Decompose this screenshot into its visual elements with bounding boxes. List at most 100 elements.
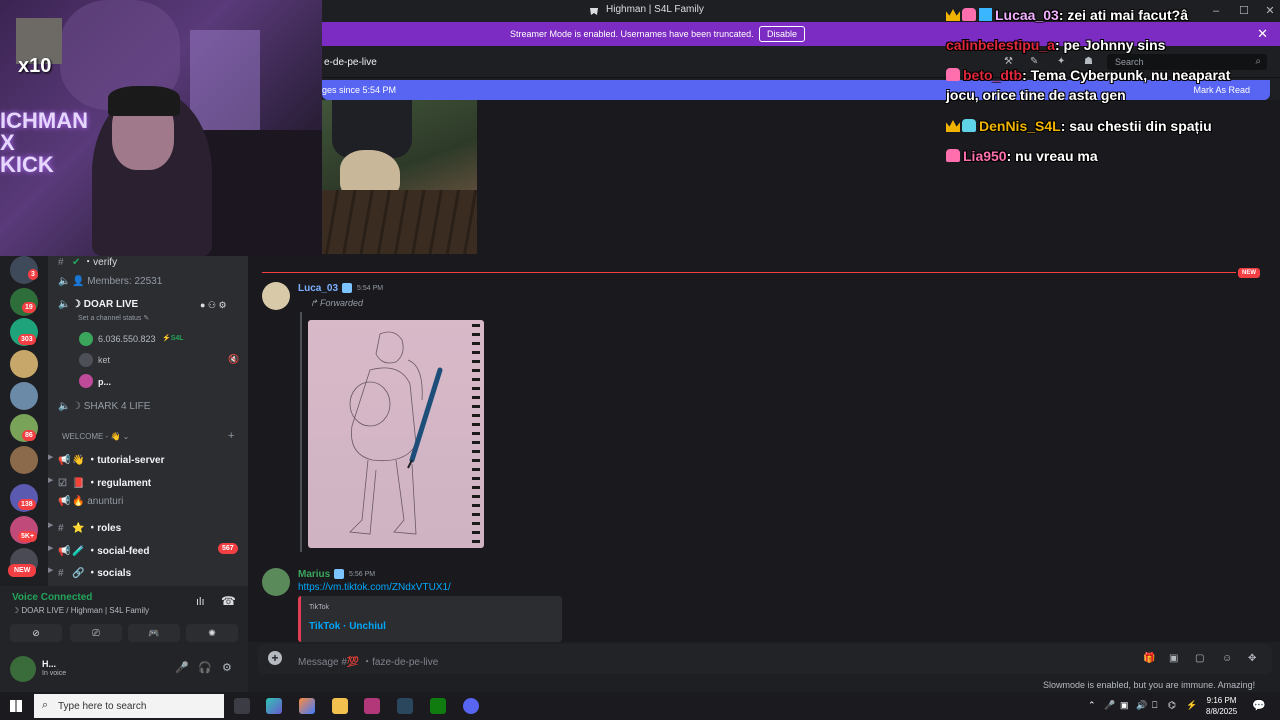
channel-roles[interactable]: # ⭐ ・roles [58, 519, 121, 535]
windows-start-icon[interactable] [10, 700, 22, 712]
share-screen-button[interactable]: ⎚ [70, 624, 122, 642]
gift-icon[interactable]: 🎁 [1143, 653, 1155, 665]
announcement-icon: 📢 [58, 455, 71, 466]
crown-icon [946, 9, 960, 21]
mark-as-read-button[interactable]: Mark As Read [1193, 85, 1250, 95]
microphone-icon[interactable]: 🎤 [175, 661, 189, 674]
voice-user-name[interactable]: ket [98, 355, 110, 365]
overlay-message: nu vreau ma [1015, 148, 1098, 164]
close-window-button[interactable]: ✕ [1262, 3, 1278, 19]
new-divider-pill: NEW [1238, 268, 1260, 278]
headphones-icon[interactable]: 🎧 [198, 661, 212, 674]
chevron-right-icon[interactable]: ▶ [48, 476, 53, 484]
overlay-message: zei ati mai facut?â [1067, 7, 1188, 23]
sticker-icon[interactable]: ▢ [1195, 653, 1207, 665]
chevron-right-icon[interactable]: ▶ [48, 566, 53, 574]
channel-social-feed[interactable]: 📢 🧪 ・social-feed [58, 542, 149, 558]
taskbar: ⌕ Type here to search ⌃ 🎤 ▣ 🔊 ⎕ ⌬ ⚡ 9:16… [0, 692, 1280, 720]
voice-user-name[interactable]: 6.036.550.823 [98, 334, 156, 344]
avatar[interactable] [262, 282, 290, 310]
noise-suppression-icon[interactable]: ılı [196, 596, 205, 608]
overlay-message: pe Johnny sins [1063, 37, 1166, 53]
taskbar-clock[interactable]: 9:16 PM 8/8/2025 [1206, 695, 1237, 717]
announcement-icon: 📢 [58, 546, 71, 557]
avatar[interactable] [79, 353, 93, 367]
screen: Highman | S4L Family – ☐ ✕ Streamer Mode… [0, 0, 1280, 720]
chevron-right-icon[interactable]: ▶ [48, 521, 53, 529]
emoji-icon[interactable]: ☺ [1222, 653, 1234, 665]
set-channel-status[interactable]: Set a channel status ✎ [78, 314, 149, 330]
avatar[interactable] [10, 656, 36, 682]
gif-icon[interactable]: ▣ [1169, 653, 1181, 665]
network-icon[interactable]: ⌬ [1168, 700, 1176, 711]
activities-button[interactable]: 🎮 [128, 624, 180, 642]
disable-streamer-mode-button[interactable]: Disable [759, 26, 806, 42]
avatar[interactable] [79, 374, 93, 388]
app-icon[interactable] [364, 698, 380, 714]
xbox-icon[interactable] [430, 698, 446, 714]
webcam-overlay: x10 ICHMAN X KICK [0, 0, 322, 256]
server-icon[interactable] [10, 382, 38, 410]
overlay-chat-line: Lia950: nu vreau ma [946, 148, 1098, 164]
server-icon[interactable] [10, 446, 38, 474]
avatar[interactable] [79, 332, 93, 346]
voice-channel-doar-live[interactable]: 🔈 ☽ DOAR LIVE [58, 299, 138, 315]
display-icon[interactable]: ⎕ [1152, 700, 1157, 711]
taskbar-search-input[interactable]: ⌕ Type here to search [34, 694, 224, 718]
voice-connected-status[interactable]: Voice Connected [12, 592, 92, 603]
bot-icon [946, 68, 960, 81]
message-username[interactable]: Marius [298, 569, 330, 580]
task-view-icon[interactable] [234, 698, 250, 714]
role-icon [342, 283, 352, 293]
disconnect-icon[interactable]: ☎ [221, 594, 236, 608]
voice-user-name[interactable]: p... [98, 377, 111, 387]
avatar[interactable] [262, 568, 290, 596]
minimize-button[interactable]: – [1208, 3, 1224, 19]
copilot-icon[interactable] [266, 698, 282, 714]
settings-gear-icon[interactable]: ⚙ [222, 661, 232, 674]
voice-connection-panel: Voice Connected ☽ DOAR LIVE / Highman | … [0, 586, 248, 646]
image-attachment-dog[interactable] [322, 100, 477, 254]
image-attachment-sketch[interactable] [308, 320, 484, 548]
user-status: In voice [42, 670, 67, 677]
voice-channel-shark[interactable]: 🔈 ☽ SHARK 4 LIFE [58, 401, 150, 417]
channel-regulament[interactable]: ☑ 📕 ・regulament [58, 474, 151, 490]
user-name[interactable]: H... [42, 659, 56, 669]
microphone-icon[interactable]: 🎤 [1104, 700, 1115, 711]
tray-app-icon[interactable]: ▣ [1120, 700, 1129, 711]
discord-icon[interactable] [463, 698, 479, 714]
close-banner-icon[interactable]: ✕ [1257, 26, 1268, 42]
channel-tutorial-server[interactable]: 📢 👋 ・tutorial-server [58, 451, 164, 467]
apps-icon[interactable]: ✥ [1248, 653, 1260, 665]
camera-off-button[interactable]: ⊘ [10, 624, 62, 642]
voice-connected-channel[interactable]: ☽ DOAR LIVE / Highman | S4L Family [12, 606, 149, 615]
chevron-right-icon[interactable]: ▶ [48, 544, 53, 552]
embed-title[interactable]: TikTok · Unchiul [309, 621, 386, 632]
message-composer[interactable]: + Message #💯 ・faze-de-pe-live 🎁 ▣ ▢ ☺ ✥ [258, 644, 1272, 674]
add-channel-icon[interactable]: + [228, 430, 234, 442]
channel-socials[interactable]: # 🔗 ・socials [58, 564, 131, 580]
channel-members[interactable]: 🔈 👤 Members: 22531 [58, 276, 162, 292]
soundboard-button[interactable]: ✺ [186, 624, 238, 642]
message-link[interactable]: https://vm.tiktok.com/ZNdxVTUX1/ [298, 582, 451, 593]
banner-message: Streamer Mode is enabled. Usernames have… [510, 29, 754, 39]
link-embed[interactable]: TikTok TikTok · Unchiul [298, 596, 562, 642]
message-username[interactable]: Luca_03 [298, 283, 338, 294]
chevron-right-icon[interactable]: ▶ [48, 453, 53, 461]
server-icon[interactable] [10, 350, 38, 378]
unread-count-badge: 3 [28, 269, 38, 280]
file-explorer-icon[interactable] [332, 698, 348, 714]
steam-icon[interactable] [397, 698, 413, 714]
new-messages-bar[interactable]: ges since 5:54 PM Mark As Read [322, 80, 1270, 100]
volume-icon[interactable]: 🔊 [1136, 700, 1147, 711]
voice-channel-actions-icon[interactable]: ● ⚇ ⚙ [200, 300, 227, 311]
channel-anunturi[interactable]: 📢 🔥 anunturi [58, 496, 123, 512]
add-attachment-button[interactable]: + [268, 651, 282, 665]
bot-icon [962, 119, 976, 132]
tray-extra-icon[interactable]: ⚡ [1186, 700, 1197, 711]
maximize-button[interactable]: ☐ [1236, 3, 1252, 19]
browser-icon[interactable] [299, 698, 315, 714]
category-welcome[interactable]: WELCOME - 👋 ⌄ [62, 432, 129, 448]
tray-chevron-icon[interactable]: ⌃ [1088, 700, 1096, 711]
notifications-icon[interactable]: 💬 [1252, 699, 1266, 712]
